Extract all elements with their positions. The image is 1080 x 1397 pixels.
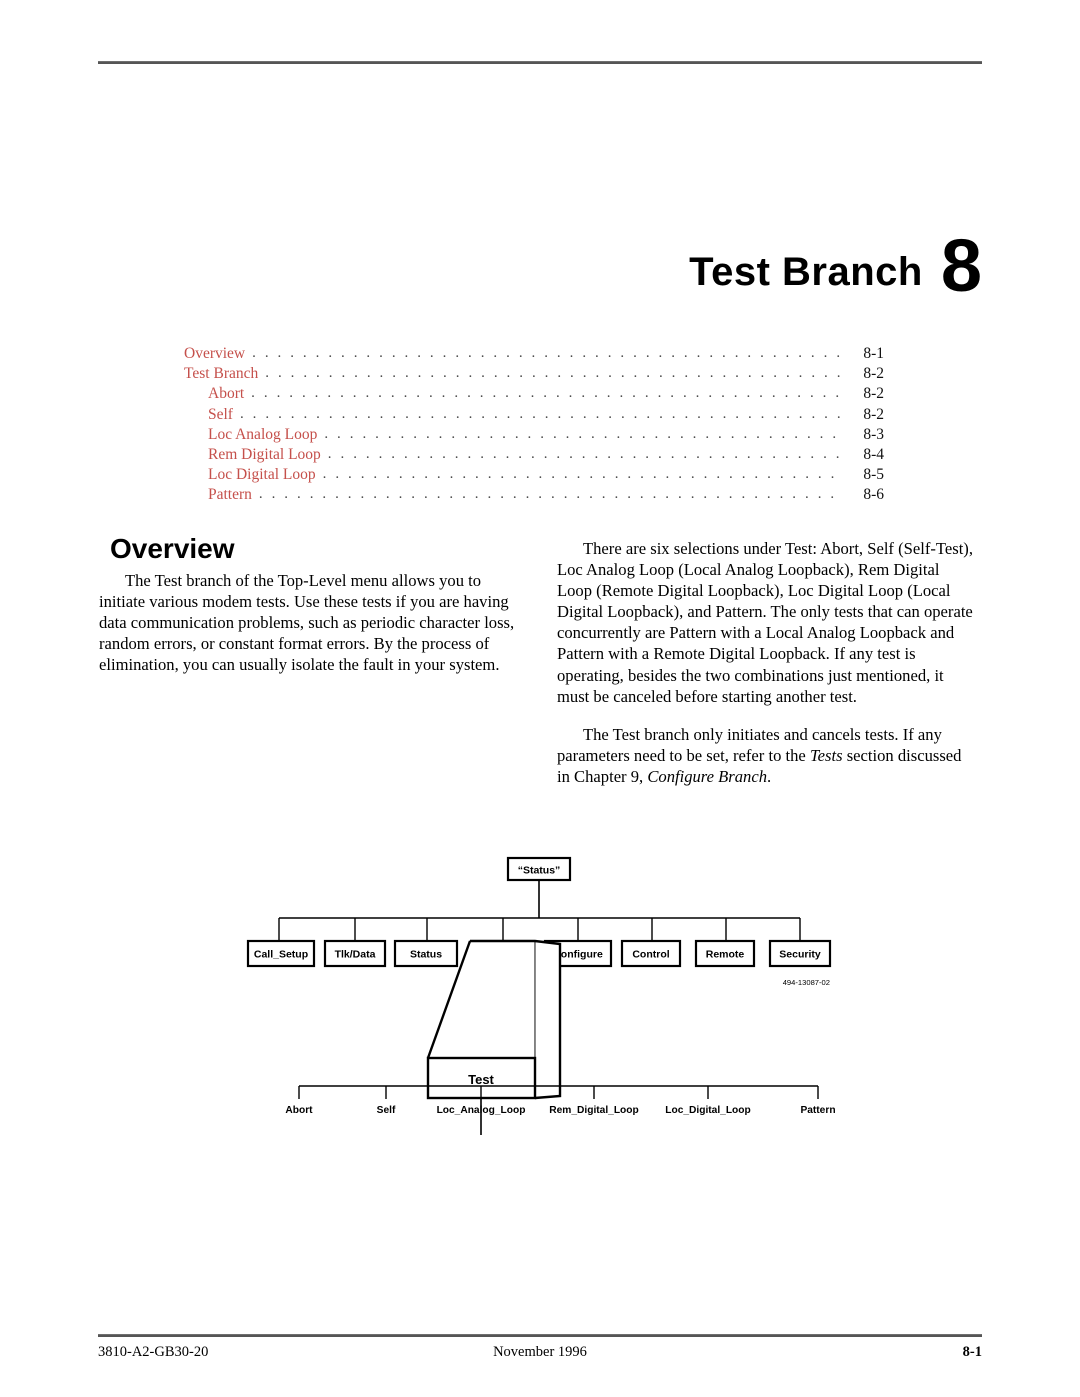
- toc-entry-page: 8-5: [863, 466, 884, 484]
- page-footer: 3810-A2-GB30-20 November 1996 8-1: [98, 1344, 982, 1366]
- toc-leader-dots: . . . . . . . . . . . . . . . . . . . . …: [251, 385, 843, 402]
- toc-entry-test-branch[interactable]: Test Branch . . . . . . . . . . . . . . …: [184, 364, 884, 384]
- diagram-root-label: “Status”: [518, 865, 561, 877]
- paragraph-overview-intro: The Test branch of the Top-Level menu al…: [99, 571, 515, 675]
- toc-entry-abort[interactable]: Abort . . . . . . . . . . . . . . . . . …: [184, 384, 884, 404]
- toc-entry-page: 8-2: [863, 385, 884, 403]
- toc-entry-label: Loc Analog Loop: [208, 425, 318, 443]
- diagram-box-label: Status: [410, 949, 442, 961]
- toc-leader-dots: . . . . . . . . . . . . . . . . . . . . …: [327, 446, 843, 463]
- diagram-leaf-abort: Abort: [285, 1105, 313, 1116]
- body-column-left: The Test branch of the Top-Level menu al…: [99, 570, 523, 692]
- toc-entry-label: Pattern: [208, 486, 252, 504]
- toc-entry-label: Overview: [184, 345, 246, 362]
- toc-entry-pattern[interactable]: Pattern . . . . . . . . . . . . . . . . …: [184, 485, 884, 505]
- chapter-title: Test Branch: [689, 250, 923, 294]
- toc-leader-dots: . . . . . . . . . . . . . . . . . . . . …: [258, 486, 843, 503]
- toc-entry-label: Rem Digital Loop: [208, 446, 321, 464]
- toc-leader-dots: . . . . . . . . . . . . . . . . . . . . …: [265, 365, 843, 382]
- toc-entry-loc-analog-loop[interactable]: Loc Analog Loop . . . . . . . . . . . . …: [184, 425, 884, 445]
- footer-page-number: 8-1: [962, 1344, 982, 1360]
- diagram-box-label: Call_Setup: [254, 949, 308, 961]
- toc-entry-rem-digital-loop[interactable]: Rem Digital Loop . . . . . . . . . . . .…: [184, 445, 884, 465]
- diagram-reference-code: 494-13087-02: [783, 978, 830, 987]
- toc-entry-page: 8-6: [863, 486, 884, 504]
- toc-entry-loc-digital-loop[interactable]: Loc Digital Loop . . . . . . . . . . . .…: [184, 465, 884, 485]
- italic-tests-reference: Tests: [809, 745, 843, 765]
- chapter-heading: Test Branch 8: [300, 224, 982, 307]
- toc-entry-page: 8-4: [863, 446, 884, 464]
- diagram-leaf-loc-digital-loop: Loc_Digital_Loop: [665, 1105, 750, 1116]
- diagram-leaf-rem-digital-loop: Rem_Digital_Loop: [549, 1105, 638, 1116]
- toc-leader-dots: . . . . . . . . . . . . . . . . . . . . …: [252, 345, 843, 361]
- toc-entry-page: 8-1: [863, 345, 884, 362]
- diagram-box-label: Remote: [706, 949, 745, 961]
- toc-entry-label: Abort: [208, 385, 245, 403]
- toc-entry-page: 8-2: [863, 405, 884, 423]
- body-column-right: There are six selections under Test: Abo…: [557, 538, 977, 804]
- diagram-leaf-self: Self: [377, 1105, 396, 1116]
- toc-entry-self[interactable]: Self . . . . . . . . . . . . . . . . . .…: [184, 405, 884, 425]
- toc-leader-dots: . . . . . . . . . . . . . . . . . . . . …: [322, 466, 843, 483]
- toc-entry-label: Loc Digital Loop: [208, 466, 316, 484]
- chapter-number: 8: [940, 224, 982, 307]
- diagram-box-label: Tlk/Data: [335, 949, 376, 961]
- diagram-leaf-pattern: Pattern: [800, 1105, 835, 1116]
- diagram-leaf-loc-analog-loop: Loc_Analog_Loop: [437, 1105, 526, 1116]
- toc-leader-dots: . . . . . . . . . . . . . . . . . . . . …: [239, 405, 843, 422]
- toc-entry-page: 8-2: [863, 365, 884, 383]
- menu-tree-leaf-row: Abort Self Loc_Analog_Loop Rem_Digital_L…: [230, 1078, 850, 1128]
- diagram-test-callout-side-face: [534, 940, 561, 1099]
- toc-entry-overview[interactable]: Overview . . . . . . . . . . . . . . . .…: [184, 344, 884, 364]
- document-page: Test Branch 8 Overview . . . . . . . . .…: [0, 0, 1080, 1397]
- toc-entry-page: 8-3: [863, 425, 884, 443]
- footer-rule: [98, 1334, 982, 1337]
- paragraph-text-part: .: [767, 766, 772, 786]
- toc-entry-label: Self: [208, 405, 233, 423]
- paragraph-test-selections: There are six selections under Test: Abo…: [557, 539, 973, 706]
- italic-configure-branch-reference: Configure Branch: [647, 766, 768, 786]
- header-rule: [98, 61, 982, 64]
- diagram-box-label: Control: [632, 949, 669, 961]
- section-heading-overview: Overview: [110, 533, 235, 564]
- chapter-toc: Overview . . . . . . . . . . . . . . . .…: [184, 344, 884, 506]
- toc-leader-dots: . . . . . . . . . . . . . . . . . . . . …: [324, 425, 843, 442]
- diagram-box-label: Security: [779, 949, 821, 961]
- paragraph-test-parameters: The Test branch only initiates and cance…: [557, 724, 977, 787]
- footer-date: November 1996: [493, 1344, 587, 1360]
- toc-entry-label: Test Branch: [184, 365, 259, 383]
